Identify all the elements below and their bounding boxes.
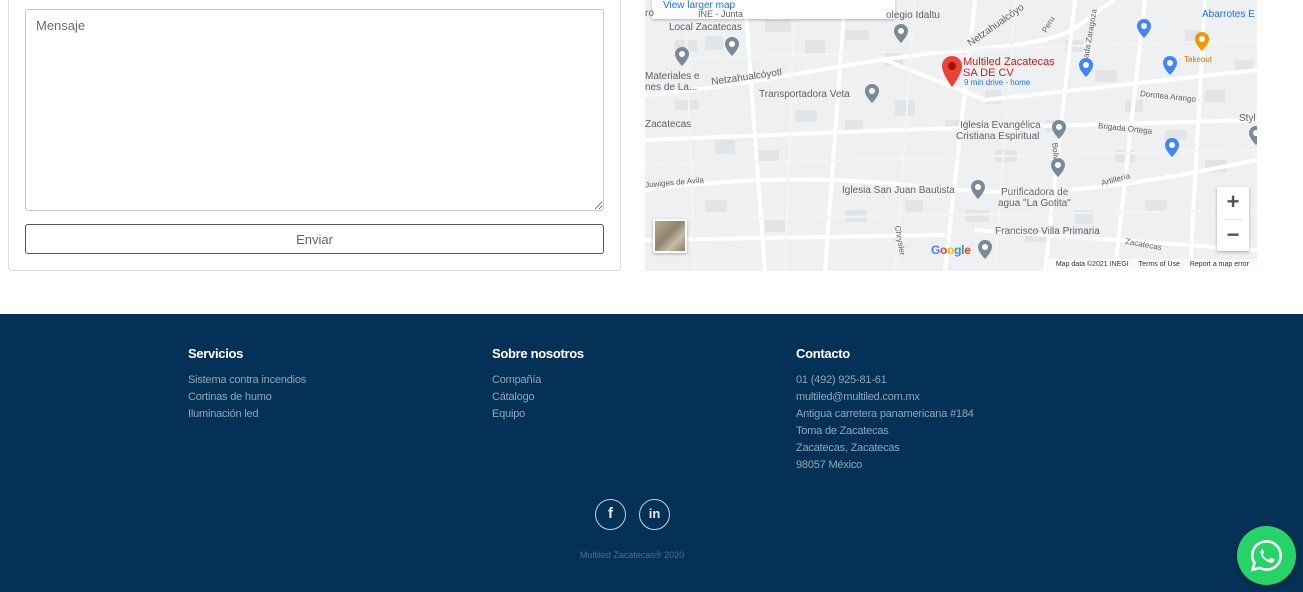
map-label: Materiales e [645, 71, 700, 82]
church-pin-icon [971, 180, 985, 199]
contact-address-line: Antigua carretera panamericana #184 [796, 408, 974, 420]
map-place-card: View larger map [652, 0, 895, 19]
footer-link-equipo[interactable]: Equipo [492, 406, 584, 423]
report-map-error-link[interactable]: Report a map error [1190, 261, 1249, 268]
map-label: ro [645, 8, 654, 19]
poi-pin-icon [675, 47, 689, 66]
map-label: Takeout [1184, 55, 1213, 64]
map-label: Purificadora de [1001, 187, 1069, 198]
map-label: Transportadora Veta [759, 89, 850, 100]
contact-phone[interactable]: 01 (492) 925-81-61 [796, 372, 974, 389]
place-drive-time: 9 min drive - home [964, 78, 1031, 87]
poi-pin-icon [1051, 158, 1065, 177]
contact-email[interactable]: multiled@multiled.com.mx [796, 389, 974, 406]
linkedin-icon[interactable]: in [639, 499, 670, 530]
map-label: olegio Idaltu [886, 10, 940, 21]
map-label: Francisco Villa Primaria [995, 226, 1100, 237]
map-label: Iglesia San Juan Bautista [842, 185, 955, 196]
contact-address-line: Zacatecas, Zacatecas [796, 442, 900, 454]
contact-address-line: 98057 México [796, 459, 863, 471]
footer-column-sobre-nosotros: Sobre nosotros Compañía Cátalogo Equipo [492, 346, 584, 423]
map-embed[interactable]: View larger map ro INE - Junta olegio Id… [645, 0, 1257, 271]
map-zoom-controls: + − [1217, 187, 1249, 251]
whatsapp-icon [1250, 539, 1283, 572]
google-logo: Google [931, 243, 971, 257]
shop-pin-icon [1137, 19, 1151, 38]
site-footer: Servicios Sistema contra incendios Corti… [0, 314, 1303, 592]
footer-link-compania[interactable]: Compañía [492, 372, 584, 389]
shop-pin-icon [1163, 56, 1177, 75]
poi-pin-icon [725, 37, 739, 56]
footer-link-iluminacion-led[interactable]: Iluminación led [188, 406, 306, 423]
shop-pin-icon [1249, 126, 1257, 145]
zoom-out-button[interactable]: − [1217, 220, 1249, 252]
takeout-pin-icon [1195, 32, 1209, 51]
footer-link-sistema-contra-incendios[interactable]: Sistema contra incendios [188, 372, 306, 389]
footer-column-contacto: Contacto 01 (492) 925-81-61 multiled@mul… [796, 346, 974, 474]
shop-pin-icon [1165, 138, 1179, 157]
map-label: Styl [1239, 113, 1256, 124]
footer-column-servicios: Servicios Sistema contra incendios Corti… [188, 346, 306, 423]
location-pin-icon[interactable] [941, 56, 963, 88]
footer-heading: Sobre nosotros [492, 346, 584, 361]
footer-link-catalogo[interactable]: Cátalogo [492, 389, 584, 406]
map-label: Abarrotes E [1202, 9, 1255, 20]
map-label: nes de La... [645, 82, 698, 93]
poi-pin-icon [865, 84, 879, 103]
map-label: Iglesia Evangélica [960, 120, 1041, 131]
map-data-credit: Map data ©2021 INEGI [1055, 261, 1129, 268]
send-button[interactable]: Enviar [25, 224, 604, 254]
terms-of-use-link[interactable]: Terms of Use [1139, 261, 1180, 268]
map-label: Cristiana Espiritual [956, 131, 1040, 142]
message-textarea[interactable] [25, 9, 604, 211]
map-attribution: Map data ©2021 INEGI Terms of Use Report… [1047, 259, 1257, 271]
whatsapp-button[interactable] [1237, 526, 1296, 585]
footer-heading: Servicios [188, 346, 244, 361]
map-label: agua "La Gotita" [998, 198, 1071, 209]
shop-pin-icon [1079, 58, 1093, 77]
page: Enviar [0, 0, 1303, 592]
footer-link-cortinas-de-humo[interactable]: Cortinas de humo [188, 389, 306, 406]
zoom-in-button[interactable]: + [1217, 187, 1249, 219]
map-label: Zacatecas [645, 119, 692, 130]
church-pin-icon [1052, 120, 1066, 139]
footer-heading: Contacto [796, 346, 850, 361]
satellite-toggle-button[interactable] [653, 219, 687, 253]
school-pin-icon [894, 24, 908, 43]
copyright: Multiled Zacatecas® 2020 [579, 550, 685, 560]
map-label: Local Zacatecas [669, 22, 742, 33]
facebook-icon[interactable]: f [595, 499, 626, 530]
contact-address-line: Toma de Zacatecas [796, 425, 889, 437]
school-pin-icon [978, 240, 992, 259]
map-label: INE - Junta [698, 9, 744, 19]
